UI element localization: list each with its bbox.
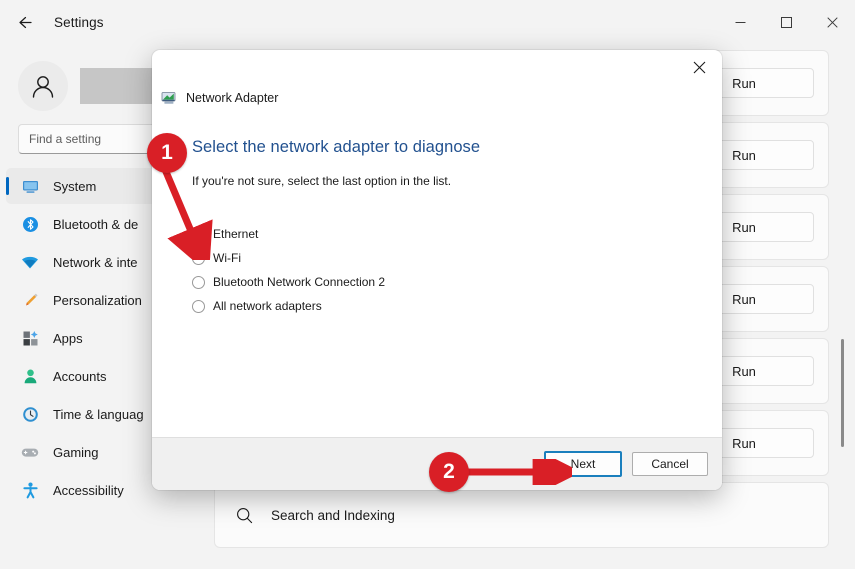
settings-window: Settings Find a setting System Bluetooth… [0, 0, 855, 569]
system-icon [20, 178, 40, 195]
sidebar-item-label: Time & languag [53, 406, 144, 422]
sidebar-item-label: Accounts [53, 368, 107, 384]
scrollbar-thumb[interactable] [841, 339, 844, 447]
close-icon [826, 16, 838, 28]
personalization-brush-icon [20, 292, 40, 309]
dialog-heading: Select the network adapter to diagnose [192, 138, 481, 156]
user-avatar-icon [32, 76, 54, 98]
redacted-username [80, 68, 158, 104]
table-row[interactable]: Search and Indexing [214, 482, 829, 548]
dialog-close-button[interactable] [676, 50, 722, 84]
back-arrow-icon [18, 16, 32, 28]
radio-option-wifi[interactable]: Wi-Fi [192, 247, 722, 269]
accessibility-icon [20, 482, 40, 499]
radio-option-bluetooth-network-connection-2[interactable]: Bluetooth Network Connection 2 [192, 271, 722, 293]
close-button[interactable] [809, 0, 855, 44]
gaming-controller-icon [20, 444, 40, 461]
radio-button-icon[interactable] [192, 299, 205, 313]
accounts-person-icon [20, 368, 40, 385]
radio-option-label: All network adapters [213, 299, 322, 313]
tool-label: Search and Indexing [271, 507, 395, 523]
sidebar-item-label: Gaming [53, 444, 99, 460]
radio-option-label: Wi-Fi [213, 251, 241, 265]
radio-option-all-network-adapters[interactable]: All network adapters [192, 295, 722, 317]
maximize-icon [780, 16, 792, 28]
minimize-button[interactable] [717, 0, 763, 44]
network-adapter-dialog: Network Adapter Select the network adapt… [152, 50, 722, 490]
sidebar-item-label: Apps [53, 330, 83, 346]
annotation-badge-1: 1 [147, 133, 187, 173]
radio-option-ethernet[interactable]: Ethernet [192, 223, 722, 245]
maximize-button[interactable] [763, 0, 809, 44]
apps-icon [20, 330, 40, 347]
sidebar-item-label: System [53, 178, 97, 194]
dialog-titlebar [152, 50, 722, 84]
window-controls [717, 0, 855, 44]
radio-option-label: Bluetooth Network Connection 2 [213, 275, 386, 289]
time-clock-icon [20, 406, 40, 423]
annotation-badge-2: 2 [429, 452, 469, 492]
cancel-button[interactable]: Cancel [632, 452, 708, 476]
sidebar-item-label: Personalization [53, 292, 142, 308]
radio-option-label: Ethernet [213, 227, 259, 241]
radio-button-icon[interactable] [192, 227, 205, 241]
search-circle-icon [233, 507, 255, 524]
adapter-radio-group: Ethernet Wi-Fi Bluetooth Network Connect… [192, 223, 722, 317]
title-bar: Settings [0, 0, 855, 44]
close-icon [693, 61, 705, 73]
minimize-icon [735, 21, 745, 23]
sidebar-item-label: Accessibility [53, 482, 124, 498]
next-button[interactable]: Next [544, 451, 622, 477]
profile-name [80, 68, 158, 104]
dialog-subtext: If you're not sure, select the last opti… [192, 174, 452, 188]
radio-button-icon[interactable] [192, 275, 205, 289]
sidebar-item-label: Network & inte [53, 254, 138, 270]
dialog-body: Select the network adapter to diagnose I… [152, 112, 722, 317]
page-title: Settings [54, 14, 104, 30]
dialog-app-header: Network Adapter [152, 84, 722, 112]
bluetooth-icon [20, 216, 40, 233]
scrollbar-track[interactable] [842, 54, 846, 554]
radio-button-icon[interactable] [192, 251, 205, 265]
network-wifi-icon [20, 254, 40, 271]
dialog-app-title: Network Adapter [186, 91, 279, 105]
network-adapter-icon [161, 90, 177, 106]
avatar [18, 61, 68, 111]
sidebar-item-label: Bluetooth & de [53, 216, 139, 232]
back-button[interactable] [8, 6, 40, 38]
